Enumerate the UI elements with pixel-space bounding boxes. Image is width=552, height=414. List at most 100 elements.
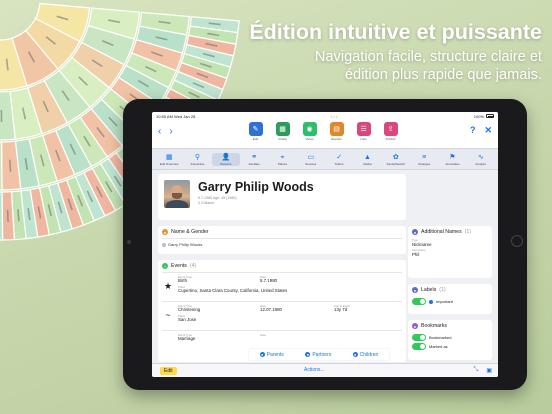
category-media[interactable]: ▲ Media: [353, 153, 381, 166]
edit-button[interactable]: Edit: [160, 366, 177, 375]
category-familysearch[interactable]: ✿ FamilySearch: [382, 153, 410, 166]
tree-icon: ⚲: [194, 153, 201, 161]
bookmarks-header: ● Bookmarks: [408, 320, 492, 332]
category-label: Sources: [305, 161, 317, 166]
bookmarked-toggle[interactable]: [412, 334, 426, 341]
tool-lists[interactable]: ☰ Lists: [354, 122, 373, 141]
partners-button[interactable]: ● Partners: [305, 352, 331, 358]
tool-label: Lists: [360, 137, 367, 141]
event-age: 13y 7d: [334, 307, 348, 312]
events-header: + Events (4): [158, 260, 406, 272]
tool-publish[interactable]: ⇪ Publish: [381, 122, 400, 141]
birth-star-icon: ★: [163, 281, 173, 291]
category-edit-overview[interactable]: ▦ Edit Overview: [155, 153, 183, 166]
names-icon: ●: [412, 229, 418, 235]
tool-label: Charts: [278, 137, 287, 141]
category-label: Places: [277, 161, 287, 166]
name-gender-card[interactable]: ● Name & Gender Garry Philip Woods: [158, 226, 406, 254]
events-icon: +: [162, 263, 168, 269]
parents-icon: ●: [259, 352, 265, 357]
bookmarks-title: Bookmarks: [421, 323, 447, 329]
forward-arrow-icon[interactable]: ›: [169, 126, 172, 137]
partners-icon: ●: [305, 352, 311, 357]
familysearch-icon: ✿: [392, 153, 399, 161]
children-button[interactable]: ● Children: [352, 352, 378, 358]
marketing-subline-1: Navigation facile, structure claire et: [314, 49, 542, 65]
category-changes[interactable]: ≡ Changes: [410, 153, 438, 166]
category-todo-s[interactable]: ✓ ToDo's: [325, 153, 353, 166]
category-analyze[interactable]: ∿ Analyze: [467, 153, 495, 166]
parents-button[interactable]: ● Parents: [259, 352, 284, 358]
category-label: Anomalies: [445, 161, 460, 166]
grid-icon: ▦: [165, 153, 173, 161]
book-icon: ▭: [307, 153, 315, 161]
report-icon: ▤: [329, 122, 344, 136]
person-photo[interactable]: [164, 180, 190, 208]
fan-segment: [0, 141, 3, 191]
tool-edit[interactable]: ✎ Edit: [246, 122, 265, 141]
list-icon: ☰: [356, 122, 371, 136]
event-row[interactable]: ★ Event Type Birth Date 5.7.1980 Place Cuperti…: [162, 272, 402, 301]
status-bar: 10:55 AM Wed Jan 28 ••• 100%: [152, 112, 498, 120]
tool-label: Publish: [385, 137, 396, 141]
tool-charts[interactable]: ▦ Charts: [273, 122, 292, 141]
category-interactive[interactable]: ⚲ Interactive: [183, 153, 211, 166]
tool-reports[interactable]: ▤ Reports: [327, 122, 346, 141]
label-important-row: Important: [412, 298, 488, 305]
category-label: Interactive: [190, 161, 205, 166]
event-type: Christening: [178, 307, 201, 312]
labels-header: ● Labels (1): [408, 284, 492, 296]
label-icon: ●: [412, 287, 418, 293]
marked-as-toggle[interactable]: [412, 343, 426, 350]
category-sources[interactable]: ▭ Sources: [297, 153, 325, 166]
nav-arrows: ‹ ›: [158, 126, 173, 137]
additional-names-card[interactable]: ● Additional Names (1) Type Nickname Fir…: [408, 226, 492, 278]
help-button[interactable]: ?: [470, 125, 476, 136]
name-gender-header: ● Name & Gender: [158, 226, 406, 238]
battery-indicator: 100%: [474, 114, 494, 119]
person-icon: 👤: [221, 153, 231, 161]
pin-icon: ⌖: [280, 153, 285, 161]
label-name: Important: [436, 299, 453, 304]
category-places[interactable]: ⌖ Places: [268, 153, 296, 166]
event-place: San Jose: [178, 317, 197, 322]
event-row[interactable]: ~ Event Type Christening Date 12.07.1980 Age …: [162, 301, 402, 330]
labels-title: Labels: [421, 287, 437, 293]
top-toolbar: ‹ › ✎ Edit ▦ Charts ◉ Views ▤ Reports ☰ Lists ⇪ Pub…: [152, 120, 498, 148]
label-color-dot: [429, 299, 433, 304]
eye-icon: ◉: [302, 122, 317, 136]
name-gender-title: Name & Gender: [171, 229, 209, 235]
family-icon: ⚭: [251, 153, 258, 161]
actions-button[interactable]: Actions...: [304, 367, 325, 373]
person-meta-birth: 5.7.1980 Age: 45 (1980): [198, 196, 237, 200]
category-anomalies[interactable]: ⚑ Anomalies: [438, 153, 466, 166]
ipad-frame: 10:55 AM Wed Jan 28 ••• 100% ‹ › ✎ Edit ▦ C…: [123, 99, 527, 390]
category-label: Families: [248, 161, 260, 166]
category-label: Changes: [418, 161, 431, 166]
photo-icon: ▲: [363, 153, 371, 161]
sidebar-icon[interactable]: ▣: [486, 367, 492, 374]
person-meta-children: 3 Children: [198, 200, 215, 205]
name-row[interactable]: Garry Philip Woods: [162, 238, 402, 247]
tool-views[interactable]: ◉ Views: [300, 122, 319, 141]
labels-card: ● Labels (1) Important: [408, 284, 492, 314]
tool-label: Views: [305, 137, 314, 141]
changes-icon: ≡: [422, 153, 427, 161]
additional-names-title: Additional Names: [421, 229, 462, 235]
main-tools: ✎ Edit ▦ Charts ◉ Views ▤ Reports ☰ Lists ⇪ Publish: [246, 122, 400, 141]
label-toggle[interactable]: [412, 298, 426, 305]
bottom-toolbar: Edit Actions... ⤡ ▣: [152, 363, 498, 377]
names-type-value: Nickname: [412, 242, 432, 247]
events-list: ★ Event Type Birth Date 5.7.1980 Place Cuperti…: [158, 272, 406, 359]
event-date: 5.7.1980: [260, 278, 278, 283]
bookmark-icon: ●: [412, 323, 418, 329]
back-arrow-icon[interactable]: ‹: [158, 126, 161, 137]
person-name: Garry Philip Woods: [198, 180, 314, 194]
category-families[interactable]: ⚭ Families: [240, 153, 268, 166]
fan-text-line: [0, 109, 3, 122]
marketing-subline: Navigation facile, structure claire et é…: [246, 48, 542, 84]
collapse-icon[interactable]: ⤡: [474, 367, 479, 374]
person-icon: ●: [162, 229, 168, 235]
category-persons[interactable]: 👤 Persons: [211, 152, 240, 166]
close-button[interactable]: ✕: [484, 125, 492, 136]
